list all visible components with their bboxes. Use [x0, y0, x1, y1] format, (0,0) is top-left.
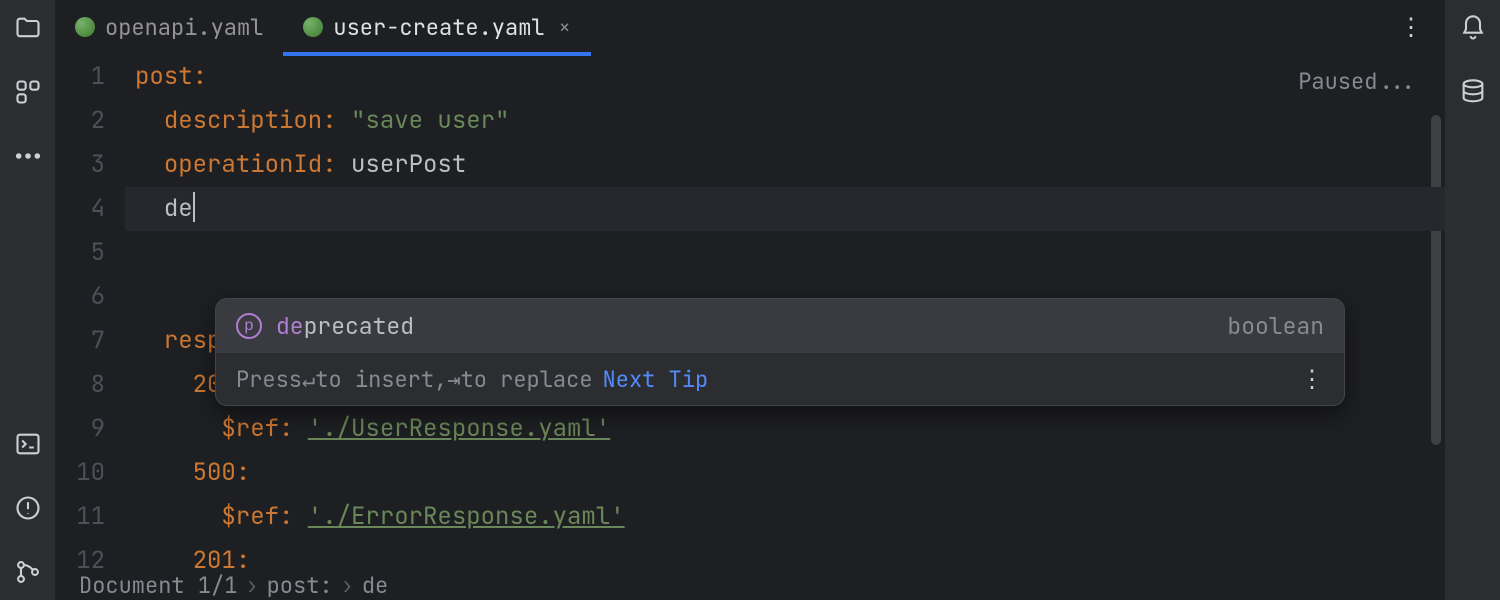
- code-line: operationId: userPost: [125, 143, 1445, 187]
- code-line: $ref: './UserResponse.yaml': [125, 407, 1445, 451]
- autocomplete-popup: p deprecated boolean Press ↵ to insert, …: [215, 298, 1345, 406]
- problems-icon[interactable]: [10, 490, 46, 526]
- code-line: description: "save user": [125, 99, 1445, 143]
- left-activity-bar: [0, 0, 55, 600]
- tab-user-create[interactable]: user-create.yaml ×: [283, 0, 590, 55]
- database-icon[interactable]: [1455, 74, 1491, 110]
- autocomplete-item[interactable]: p deprecated boolean: [216, 299, 1344, 353]
- code-line: 201:: [125, 539, 1445, 583]
- code-line-current: de: [125, 187, 1445, 231]
- text-caret: [193, 192, 195, 222]
- code-line: post:: [125, 55, 1445, 99]
- tab-openapi[interactable]: openapi.yaml: [55, 0, 283, 55]
- property-icon: p: [236, 313, 262, 339]
- code-line: [125, 231, 1445, 275]
- editor-area: openapi.yaml user-create.yaml × ⋮ Paused…: [55, 0, 1445, 600]
- code-line: $ref: './ErrorResponse.yaml': [125, 495, 1445, 539]
- tab-label: user-create.yaml: [333, 13, 544, 42]
- autocomplete-footer: Press ↵ to insert, ⇥ to replace Next Tip…: [216, 353, 1344, 405]
- yaml-file-icon: [303, 17, 323, 37]
- autocomplete-type: boolean: [1227, 311, 1324, 341]
- project-folder-icon[interactable]: [10, 10, 46, 46]
- tab-overflow-icon[interactable]: ⋮: [1379, 12, 1445, 43]
- structure-icon[interactable]: [10, 74, 46, 110]
- next-tip-link[interactable]: Next Tip: [603, 365, 709, 394]
- tab-label: openapi.yaml: [105, 13, 263, 42]
- code-line: 500:: [125, 451, 1445, 495]
- close-tab-icon[interactable]: ×: [559, 14, 571, 40]
- yaml-file-icon: [75, 17, 95, 37]
- terminal-icon[interactable]: [10, 426, 46, 462]
- code-editor[interactable]: Paused... 1 2 3 4 5 6 7 8 9 10 11 12 pos…: [55, 55, 1445, 570]
- autocomplete-more-icon[interactable]: ⋮: [1300, 364, 1324, 395]
- right-activity-bar: [1445, 0, 1500, 600]
- editor-tabs: openapi.yaml user-create.yaml × ⋮: [55, 0, 1445, 55]
- autocomplete-label: deprecated: [276, 311, 414, 341]
- notifications-icon[interactable]: [1455, 10, 1491, 46]
- vcs-icon[interactable]: [10, 554, 46, 590]
- line-gutter: 1 2 3 4 5 6 7 8 9 10 11 12: [55, 55, 125, 570]
- more-tools-icon[interactable]: [10, 138, 46, 174]
